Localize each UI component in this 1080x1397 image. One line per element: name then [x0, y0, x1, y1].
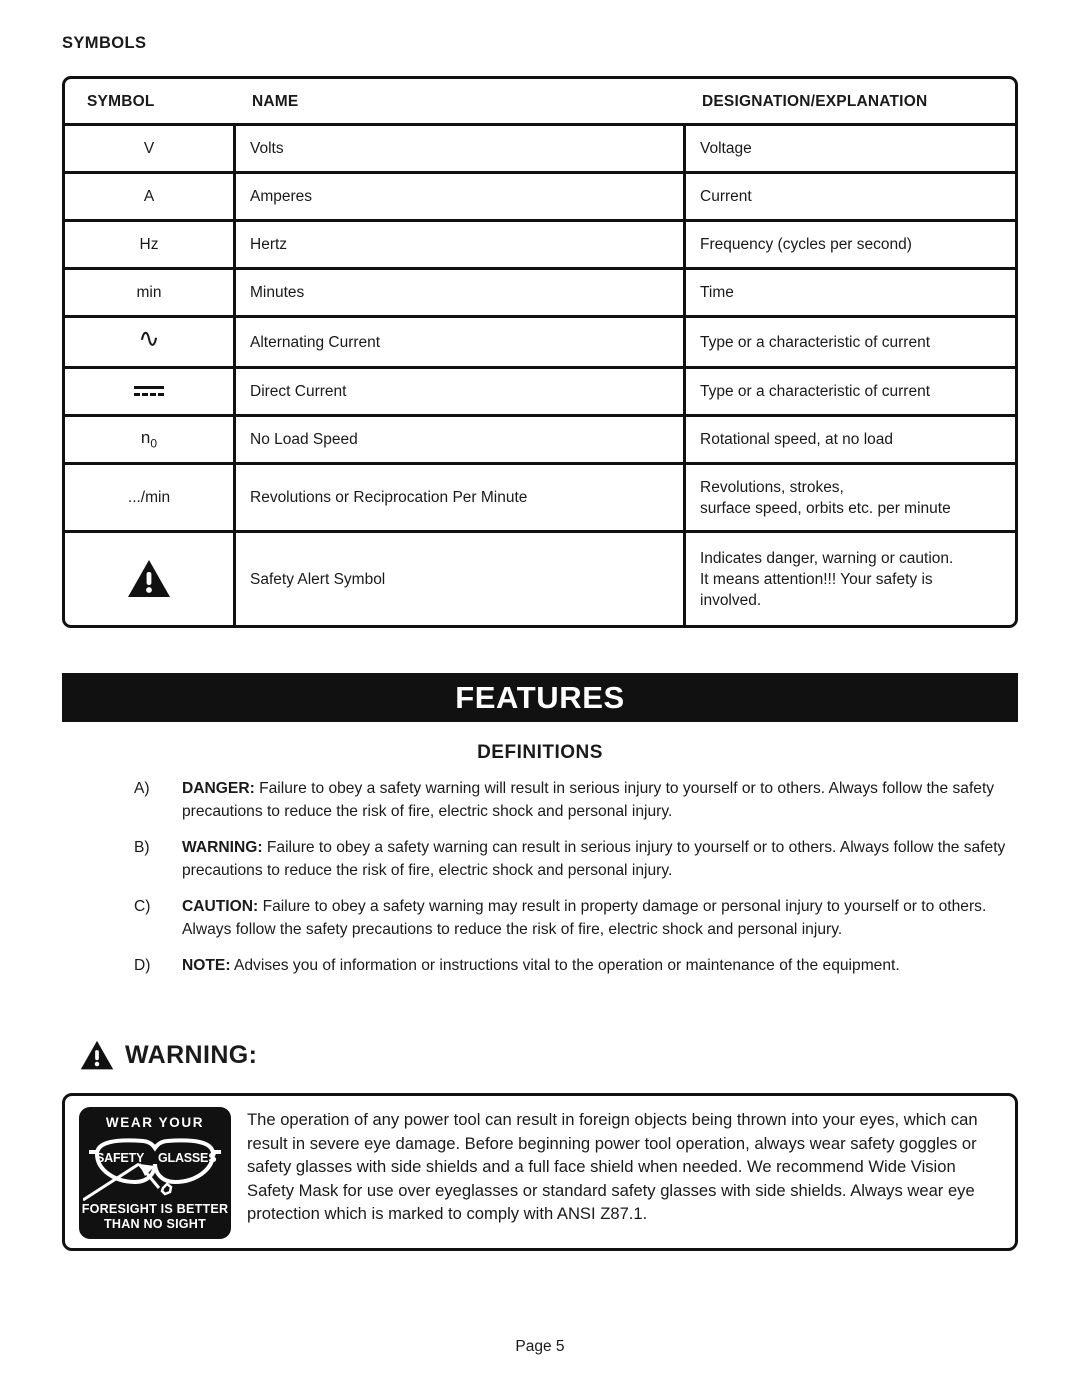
designation-cell: Indicates danger, warning or caution. It…: [686, 533, 1015, 625]
safety-goggles-icon: [83, 1138, 221, 1202]
symbol-cell: min: [65, 270, 236, 315]
designation-cell: Time: [700, 284, 734, 301]
name-cell: Revolutions or Reciprocation Per Minute: [236, 465, 686, 530]
column-header-symbol: SYMBOL: [87, 92, 155, 110]
wear-safety-glasses-graphic: WEAR YOUR SAFETY GLASSES FORESIGHT IS BE…: [79, 1107, 231, 1239]
no-load-speed-icon: n0: [140, 428, 158, 451]
designation-cell: Current: [700, 188, 752, 205]
name-cell: Hertz: [236, 222, 686, 267]
definition-term: DANGER:: [182, 780, 255, 797]
table-row: min Minutes Time: [65, 270, 1015, 318]
designation-cell: Rotational speed, at no load: [700, 431, 894, 448]
features-section-banner: FEATURES: [62, 673, 1018, 722]
symbol-cell: ∿: [65, 318, 236, 366]
list-marker: B): [134, 839, 150, 856]
definition-term: WARNING:: [182, 839, 263, 856]
safety-alert-icon: [80, 1040, 114, 1070]
list-marker: A): [134, 780, 150, 797]
definitions-list: A) DANGER: Failure to obey a safety warn…: [134, 778, 1014, 992]
list-item: C) CAUTION: Failure to obey a safety war…: [134, 896, 1014, 941]
table-row: .../min Revolutions or Reciprocation Per…: [65, 465, 1015, 533]
table-row: n0 No Load Speed Rotational speed, at no…: [65, 417, 1015, 465]
symbol-cell: A: [65, 174, 236, 219]
list-text: CAUTION: Failure to obey a safety warnin…: [182, 896, 1014, 941]
symbol-cell: Hz: [65, 222, 236, 267]
graphic-bottom-line1: FORESIGHT IS BETTER: [81, 1202, 229, 1216]
symbol-cell: [65, 533, 236, 625]
graphic-top-text: WEAR YOUR: [105, 1115, 205, 1130]
name-cell: Volts: [236, 126, 686, 171]
symbols-table: SYMBOL NAME DESIGNATION/EXPLANATION V Vo…: [62, 76, 1018, 628]
definition-body: Advises you of information or instructio…: [230, 957, 900, 974]
list-item: D) NOTE: Advises you of information or i…: [134, 955, 1014, 978]
list-text: WARNING: Failure to obey a safety warnin…: [182, 837, 1014, 882]
list-text: DANGER: Failure to obey a safety warning…: [182, 778, 1014, 823]
table-row: Direct Current Type or a characteristic …: [65, 369, 1015, 417]
symbol-cell: [65, 369, 236, 414]
table-row: A Amperes Current: [65, 174, 1015, 222]
document-page: SYMBOLS SYMBOL NAME DESIGNATION/EXPLANAT…: [0, 0, 1080, 1397]
designation-line: Indicates danger, warning or caution.: [700, 549, 954, 567]
designation-cell: Revolutions, strokes, surface speed, orb…: [686, 465, 1015, 530]
name-cell: Minutes: [236, 270, 686, 315]
designation-cell: Type or a characteristic of current: [700, 333, 931, 351]
definitions-heading: DEFINITIONS: [477, 742, 603, 763]
safety-alert-icon: [127, 559, 171, 599]
alternating-current-icon: ∿: [138, 323, 160, 353]
designation-line: surface speed, orbits etc. per minute: [700, 499, 951, 517]
table-row: ∿ Alternating Current Type or a characte…: [65, 318, 1015, 369]
column-header-designation: DESIGNATION/EXPLANATION: [702, 92, 928, 110]
page-footer: Page 5: [515, 1338, 565, 1355]
name-cell: Direct Current: [236, 369, 686, 414]
lens-label-safety: SAFETY: [96, 1151, 145, 1165]
designation-line: Revolutions, strokes,: [700, 478, 844, 496]
definition-term: CAUTION:: [182, 898, 259, 915]
graphic-bottom-text: FORESIGHT IS BETTER THAN NO SIGHT: [79, 1202, 231, 1232]
name-cell: No Load Speed: [236, 417, 686, 462]
direct-current-icon: [134, 386, 164, 399]
symbol-cell: .../min: [65, 465, 236, 530]
table-header-row: SYMBOL NAME DESIGNATION/EXPLANATION: [65, 79, 1015, 126]
designation-cell: Voltage: [700, 140, 752, 157]
column-header-name: NAME: [252, 92, 299, 110]
lens-label-glasses: GLASSES: [158, 1151, 217, 1165]
warning-box: WEAR YOUR SAFETY GLASSES FORESIGHT IS BE…: [62, 1093, 1018, 1251]
warning-heading: WARNING:: [80, 1040, 257, 1071]
graphic-bottom-line2: THAN NO SIGHT: [104, 1217, 206, 1231]
warning-body-text: The operation of any power tool can resu…: [247, 1110, 978, 1223]
table-row: V Volts Voltage: [65, 126, 1015, 174]
definition-body: Failure to obey a safety warning can res…: [182, 839, 1006, 879]
list-marker: C): [134, 898, 151, 915]
name-cell: Amperes: [236, 174, 686, 219]
designation-line: It means attention!!! Your safety is: [700, 570, 933, 588]
definition-term: NOTE:: [182, 957, 231, 974]
list-item: B) WARNING: Failure to obey a safety war…: [134, 837, 1014, 882]
symbol-cell: V: [65, 126, 236, 171]
table-row: Hz Hertz Frequency (cycles per second): [65, 222, 1015, 270]
designation-cell: Frequency (cycles per second): [700, 236, 912, 253]
list-item: A) DANGER: Failure to obey a safety warn…: [134, 778, 1014, 823]
warning-heading-label: WARNING:: [125, 1041, 258, 1069]
definition-body: Failure to obey a safety warning will re…: [182, 780, 995, 820]
symbol-cell: n0: [65, 417, 236, 462]
name-cell: Safety Alert Symbol: [236, 533, 686, 625]
list-text: NOTE: Advises you of information or inst…: [182, 955, 1014, 978]
symbols-section-heading: SYMBOLS: [62, 34, 147, 52]
designation-line: involved.: [700, 591, 762, 609]
table-row: Safety Alert Symbol Indicates danger, wa…: [65, 533, 1015, 625]
definition-body: Failure to obey a safety warning may res…: [182, 898, 987, 938]
designation-cell: Type or a characteristic of current: [700, 383, 931, 400]
name-cell: Alternating Current: [236, 318, 686, 366]
list-marker: D): [134, 957, 151, 974]
